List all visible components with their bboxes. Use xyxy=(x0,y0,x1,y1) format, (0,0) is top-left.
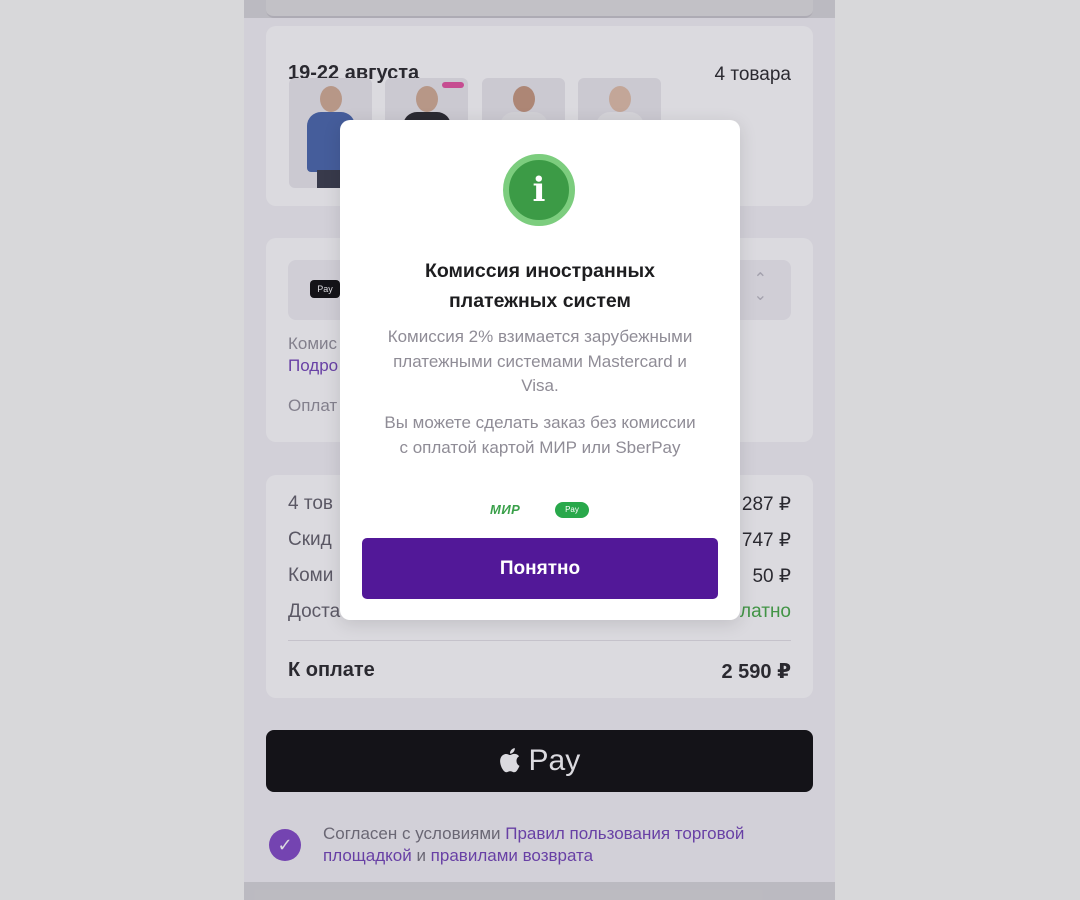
payment-logos: МИР Pay xyxy=(490,500,590,520)
info-icon: i xyxy=(503,154,575,226)
bottom-shadow xyxy=(244,882,835,900)
mir-logo: МИР xyxy=(490,502,521,517)
dialog-commission-text: Комиссия 2% взимается зарубежными платеж… xyxy=(387,327,693,395)
dialog-alternative-text: Вы можете сделать заказ без комиссии с о… xyxy=(384,413,696,457)
commission-info-dialog: i Комиссия иностранных платежных систем … xyxy=(340,120,740,620)
dialog-title: Комиссия иностранных платежных систем xyxy=(424,260,656,312)
sberpay-logo: Pay xyxy=(555,502,589,518)
understood-button[interactable]: Понятно xyxy=(362,538,718,599)
top-shadow xyxy=(244,0,835,18)
